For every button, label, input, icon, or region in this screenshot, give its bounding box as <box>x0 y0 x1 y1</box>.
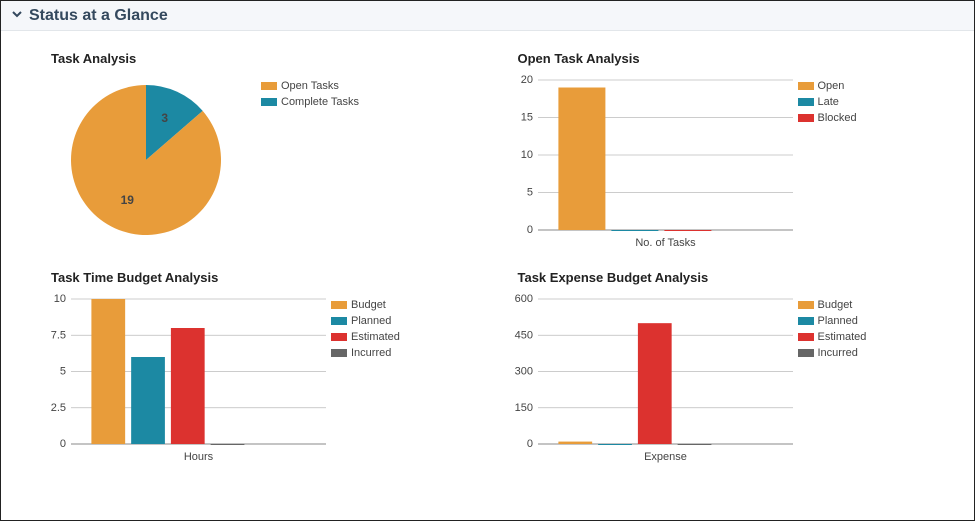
legend-swatch <box>331 349 347 357</box>
section-title: Status at a Glance <box>29 7 168 25</box>
legend-label: Open Tasks <box>281 80 339 92</box>
legend-label: Open <box>818 80 845 92</box>
svg-text:5: 5 <box>60 366 66 378</box>
legend-swatch <box>798 114 814 122</box>
legend-label: Incurred <box>351 347 391 359</box>
svg-text:No. of Tasks: No. of Tasks <box>635 237 696 249</box>
legend-item: Planned <box>798 315 867 327</box>
chevron-down-icon <box>11 7 23 25</box>
svg-text:0: 0 <box>526 438 532 450</box>
legend-label: Planned <box>351 315 391 327</box>
legend-item: Incurred <box>798 347 867 359</box>
svg-text:600: 600 <box>514 293 532 305</box>
chart-title: Task Analysis <box>51 51 478 66</box>
svg-text:Expense: Expense <box>644 451 687 463</box>
svg-text:Hours: Hours <box>184 451 214 463</box>
legend-item: Estimated <box>331 331 400 343</box>
legend-item: Open Tasks <box>261 80 359 92</box>
svg-text:19: 19 <box>121 193 135 207</box>
chart-legend: Open Late Blocked <box>798 80 857 128</box>
svg-text:20: 20 <box>520 74 532 86</box>
bar-chart: 0 2.5 5 7.5 10 Hours <box>31 289 331 464</box>
legend-item: Complete Tasks <box>261 96 359 108</box>
legend-swatch <box>261 98 277 106</box>
svg-text:7.5: 7.5 <box>51 329 66 341</box>
legend-label: Incurred <box>818 347 858 359</box>
legend-item: Estimated <box>798 331 867 343</box>
legend-label: Estimated <box>351 331 400 343</box>
legend-item: Incurred <box>331 347 400 359</box>
legend-label: Budget <box>818 299 853 311</box>
chart-task-analysis: Task Analysis 3 19 Open Tasks Complete Ta… <box>21 31 488 260</box>
pie-chart: 3 19 <box>31 70 261 250</box>
legend-label: Late <box>818 96 839 108</box>
svg-text:0: 0 <box>60 438 66 450</box>
legend-swatch <box>798 98 814 106</box>
chart-title: Task Expense Budget Analysis <box>518 270 945 285</box>
legend-swatch <box>798 333 814 341</box>
chart-title: Task Time Budget Analysis <box>51 270 478 285</box>
svg-text:450: 450 <box>514 329 532 341</box>
legend-item: Budget <box>331 299 400 311</box>
chart-legend: Budget Planned Estimated Incurred <box>798 299 867 363</box>
legend-swatch <box>798 317 814 325</box>
legend-swatch <box>331 317 347 325</box>
chart-task-expense-budget: Task Expense Budget Analysis 0 150 300 450 6… <box>488 260 955 474</box>
chart-title: Open Task Analysis <box>518 51 945 66</box>
legend-label: Budget <box>351 299 386 311</box>
svg-text:150: 150 <box>514 402 532 414</box>
svg-text:10: 10 <box>520 149 532 161</box>
legend-item: Blocked <box>798 112 857 124</box>
svg-text:0: 0 <box>526 224 532 236</box>
svg-text:3: 3 <box>161 111 168 125</box>
legend-swatch <box>331 333 347 341</box>
legend-item: Late <box>798 96 857 108</box>
legend-label: Complete Tasks <box>281 96 359 108</box>
legend-label: Blocked <box>818 112 857 124</box>
section-header[interactable]: Status at a Glance <box>1 1 974 31</box>
svg-text:5: 5 <box>526 187 532 199</box>
bar-chart: 0 150 300 450 600 Expense <box>498 289 798 464</box>
legend-swatch <box>798 82 814 90</box>
chart-legend: Budget Planned Estimated Incurred <box>331 299 400 363</box>
legend-item: Planned <box>331 315 400 327</box>
svg-text:15: 15 <box>520 112 532 124</box>
legend-swatch <box>798 349 814 357</box>
legend-swatch <box>261 82 277 90</box>
legend-label: Estimated <box>818 331 867 343</box>
chart-open-task-analysis: Open Task Analysis 05101520No. of Tasks … <box>488 31 955 260</box>
legend-item: Open <box>798 80 857 92</box>
bar-chart: 0 5 10 15 20 No. of Tasks <box>498 70 798 250</box>
svg-text:300: 300 <box>514 366 532 378</box>
legend-swatch <box>798 301 814 309</box>
svg-text:10: 10 <box>54 293 66 305</box>
legend-label: Planned <box>818 315 858 327</box>
legend-item: Budget <box>798 299 867 311</box>
chart-legend: Open Tasks Complete Tasks <box>261 80 359 112</box>
legend-swatch <box>331 301 347 309</box>
chart-task-time-budget: Task Time Budget Analysis 0 2.5 5 7.5 10 Hour… <box>21 260 488 474</box>
svg-text:2.5: 2.5 <box>51 402 66 414</box>
